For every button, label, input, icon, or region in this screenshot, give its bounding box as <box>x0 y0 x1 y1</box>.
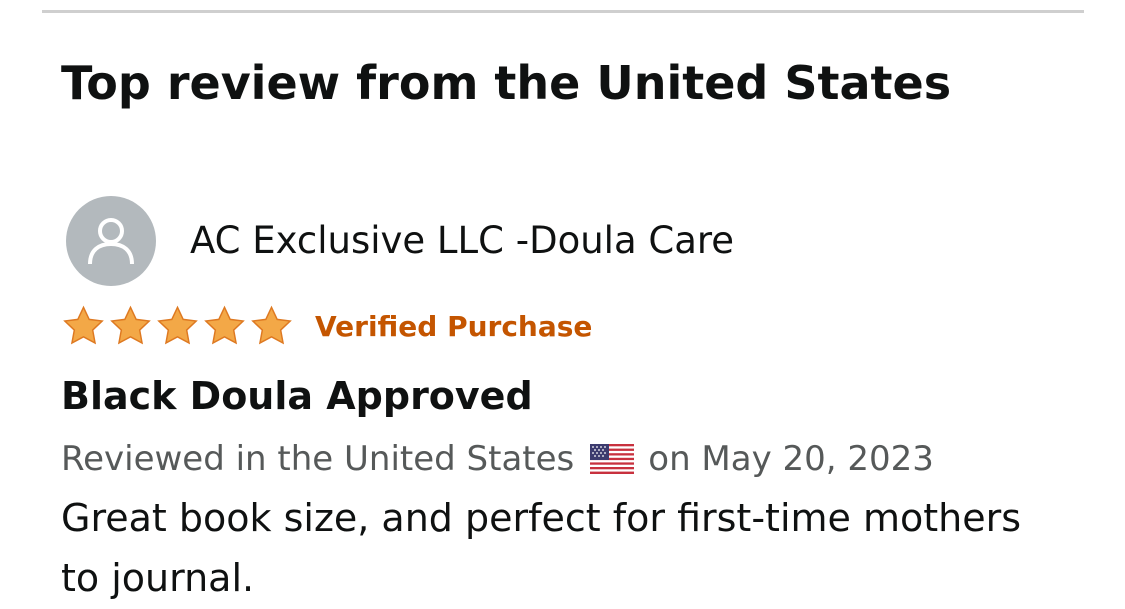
avatar[interactable] <box>66 196 156 286</box>
top-divider <box>42 10 1084 13</box>
review-body: Great book size, and perfect for first-t… <box>61 496 1022 600</box>
star-icon <box>157 305 198 345</box>
person-silhouette-icon <box>88 218 134 265</box>
us-flag-icon <box>590 444 635 474</box>
rating-row: Verified Purchase <box>60 302 592 350</box>
review-title[interactable]: Black Doula Approved <box>61 370 533 422</box>
verified-purchase-badge: Verified Purchase <box>315 309 593 343</box>
reviewer-profile[interactable]: AC Exclusive LLC -Doula Care <box>66 196 734 286</box>
review-date: on May 20, 2023 <box>648 439 934 479</box>
review-meta-prefix: Reviewed in the United States <box>61 439 575 479</box>
star-icon <box>63 305 104 345</box>
star-rating[interactable] <box>60 304 295 348</box>
star-icon <box>204 305 245 345</box>
review-meta: Reviewed in the United States on May 20,… <box>61 434 934 484</box>
star-icon <box>110 305 151 345</box>
star-icon <box>251 305 292 345</box>
section-title: Top review from the United States <box>61 56 952 110</box>
reviewer-name[interactable]: AC Exclusive LLC -Doula Care <box>190 218 734 264</box>
review-section: Top review from the United States AC Exc… <box>0 0 1125 609</box>
